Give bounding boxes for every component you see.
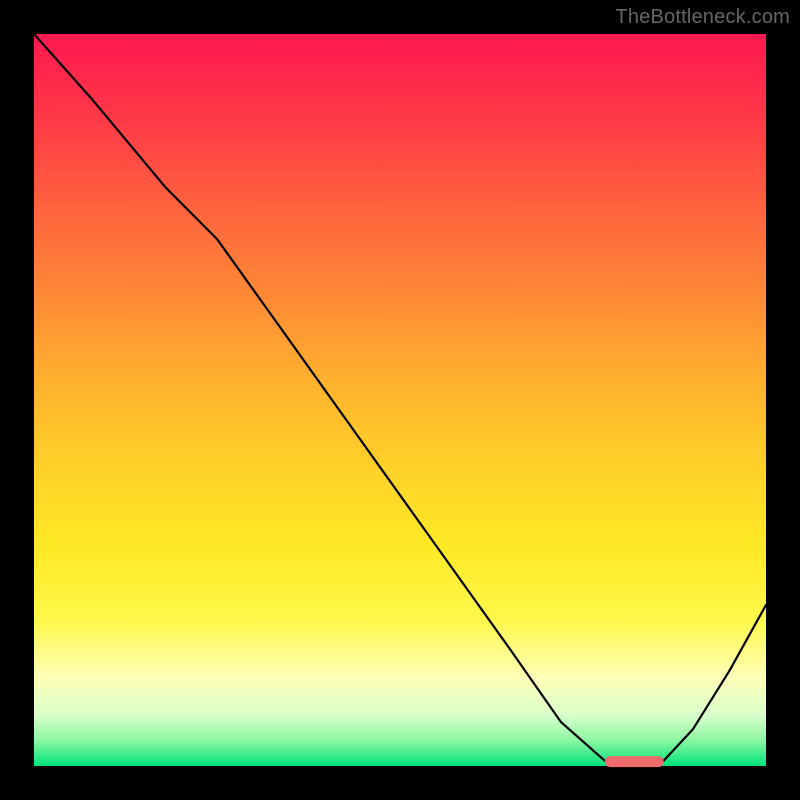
- optimal-marker: [605, 756, 664, 767]
- watermark-text: TheBottleneck.com: [615, 6, 790, 29]
- chart-frame: TheBottleneck.com: [0, 0, 800, 800]
- plot-svg: [34, 34, 766, 766]
- bottleneck-curve: [34, 34, 766, 762]
- plot-area: [34, 34, 766, 766]
